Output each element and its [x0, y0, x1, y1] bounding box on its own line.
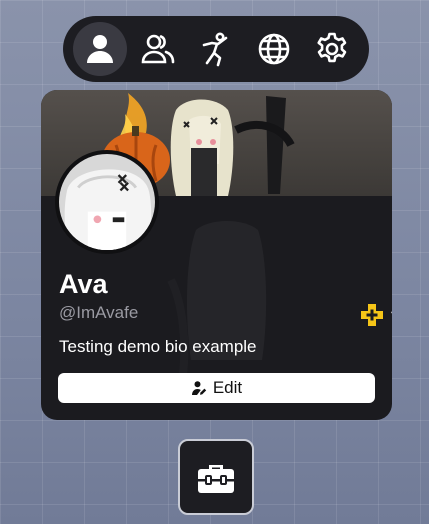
nav-emotes-button[interactable] [189, 22, 243, 76]
gear-icon [317, 32, 347, 63]
toolbox-icon [198, 465, 234, 493]
friends-icon [141, 34, 175, 64]
globe-icon [258, 33, 290, 65]
star-badge-icon[interactable] [390, 303, 392, 327]
person-icon [87, 35, 113, 63]
avatar[interactable] [55, 150, 159, 254]
nav-profile-button[interactable] [73, 22, 127, 76]
avatar-headshot-image [59, 154, 155, 250]
nav-explore-button[interactable] [247, 22, 301, 76]
edit-profile-button[interactable]: Edit [58, 373, 375, 403]
profile-bio: Testing demo bio example [59, 337, 257, 356]
toolbox-button[interactable] [178, 439, 254, 515]
nav-settings-button[interactable] [305, 22, 359, 76]
top-nav-bar [63, 16, 369, 82]
badge-row [360, 303, 392, 327]
emote-icon [202, 32, 228, 67]
premium-plus-icon[interactable] [360, 303, 384, 327]
edit-button-label: Edit [212, 378, 243, 397]
username: @ImAvafe [59, 303, 139, 322]
edit-person-icon [191, 381, 207, 395]
profile-card: Edit [41, 90, 392, 420]
nav-friends-button[interactable] [131, 22, 185, 76]
display-name: Ava [59, 269, 108, 299]
